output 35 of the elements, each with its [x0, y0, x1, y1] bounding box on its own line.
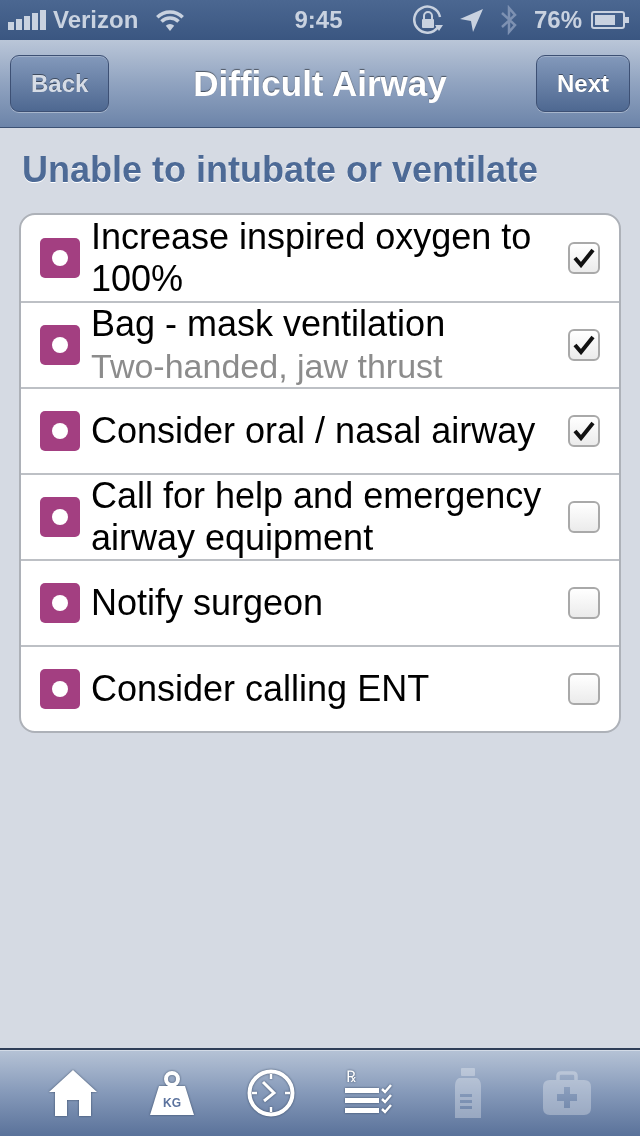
status-time: 9:45: [294, 6, 343, 34]
nav-title: Difficult Airway: [193, 63, 447, 104]
carrier-name: Verizon: [53, 6, 139, 34]
bullet-icon: [40, 583, 80, 623]
item-text: Increase inspired oxygen to 100%: [91, 216, 533, 300]
next-button[interactable]: Next: [535, 55, 630, 112]
checkbox[interactable]: [568, 587, 600, 619]
section-title: Unable to intubate or ventilate: [21, 149, 540, 191]
checkbox[interactable]: [568, 415, 600, 447]
bullet-icon: [40, 411, 80, 451]
bullet-icon: [40, 238, 80, 278]
checkbox[interactable]: [568, 501, 600, 533]
item-text: Consider oral / nasal airway: [91, 410, 537, 452]
item-text: Notify surgeon: [91, 582, 325, 624]
bullet-icon: [40, 325, 80, 365]
checkbox[interactable]: [568, 329, 600, 361]
back-button[interactable]: Back: [10, 55, 110, 112]
checkbox[interactable]: [568, 673, 600, 705]
item-text: Call for help and emergency airway equipment: [91, 475, 543, 559]
item-note: Two-handed, jaw thrust: [91, 346, 444, 387]
tab-button[interactable]: KG: [126, 1056, 218, 1130]
rotation-lock-icon: [410, 5, 445, 35]
checkmark-icon: [573, 335, 595, 355]
item-text: Consider calling ENT: [91, 668, 431, 710]
checkmark-icon: [573, 421, 595, 441]
battery-percent: 76%: [533, 6, 582, 34]
battery-icon: [591, 11, 629, 29]
bullet-icon: [40, 497, 80, 537]
checkbox[interactable]: [568, 242, 600, 274]
tab-button[interactable]: ℞: [324, 1056, 415, 1130]
item-text: Bag - mask ventilation: [91, 303, 447, 345]
location-arrow-icon: [459, 8, 483, 32]
bullet-icon: [40, 669, 80, 709]
checkmark-icon: [573, 248, 595, 268]
signal-bars-icon: [8, 10, 46, 30]
